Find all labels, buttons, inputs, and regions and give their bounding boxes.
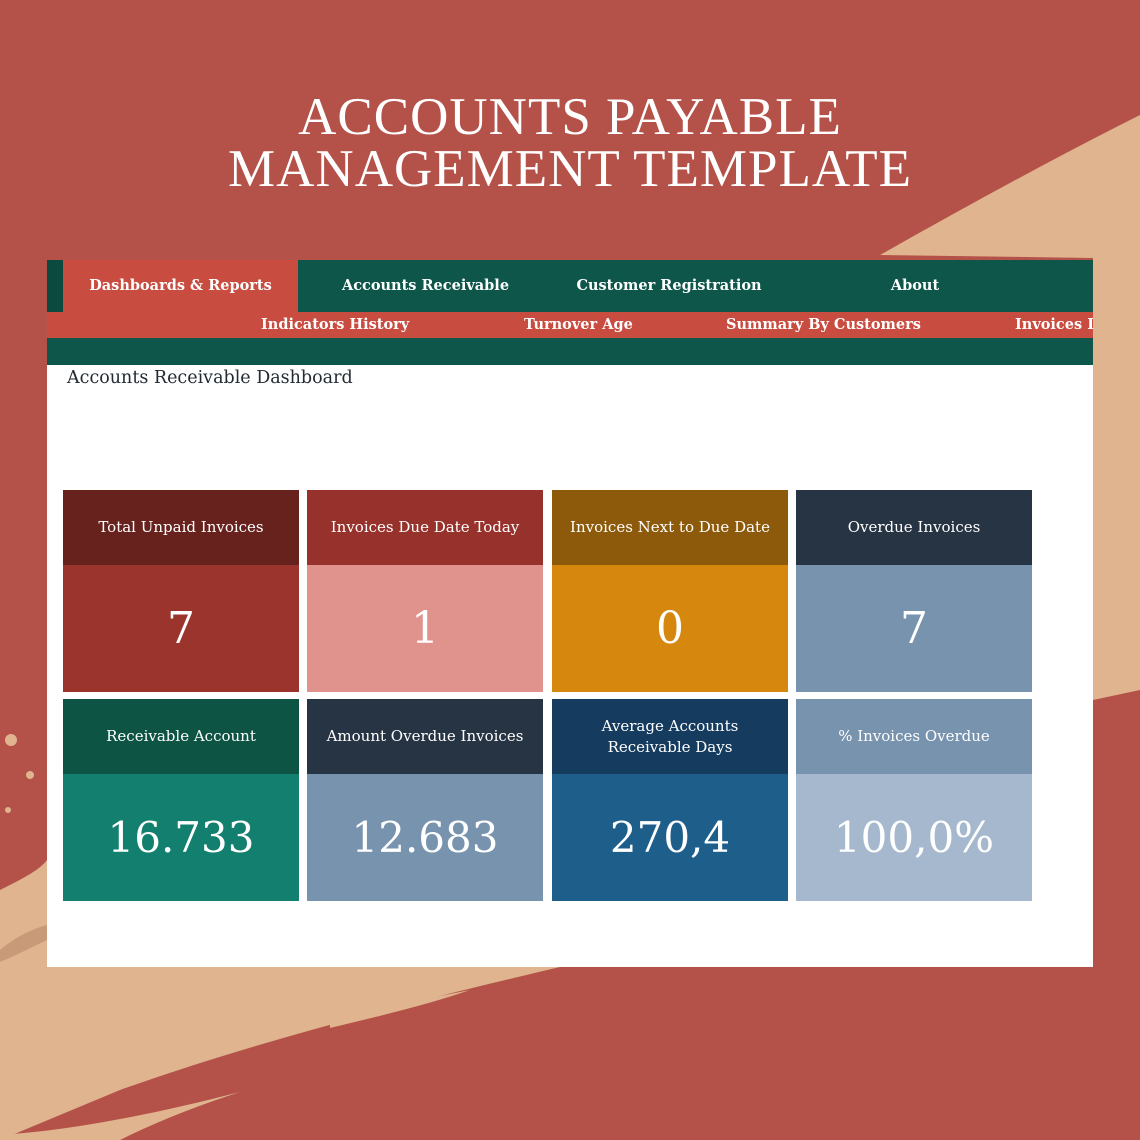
promo-title-line-2: MANAGEMENT TEMPLATE <box>228 140 912 198</box>
promo-title-line-1: ACCOUNTS PAYABLE <box>298 88 842 146</box>
kpi-label: Receivable Account <box>63 699 299 774</box>
kpi-percent-invoices-overdue: % Invoices Overdue 100,0% <box>796 699 1032 901</box>
main-nav: Dashboards & Reports Accounts Receivable… <box>47 260 1093 312</box>
kpi-label: Total Unpaid Invoices <box>63 490 299 565</box>
nav-left-strip <box>47 260 63 312</box>
sub-nav-bar <box>47 338 1093 365</box>
kpi-invoices-due-date-today: Invoices Due Date Today 1 <box>307 490 543 692</box>
dashboard-window: Dashboards & Reports Accounts Receivable… <box>47 260 1093 967</box>
kpi-total-unpaid-invoices: Total Unpaid Invoices 7 <box>63 490 299 692</box>
kpi-label: Average Accounts Receivable Days <box>552 699 788 774</box>
kpi-value: 16.733 <box>63 774 299 901</box>
kpi-invoices-next-to-due-date: Invoices Next to Due Date 0 <box>552 490 788 692</box>
kpi-value: 0 <box>552 565 788 692</box>
sub-nav: Indicators History Turnover Age Summary … <box>47 312 1093 338</box>
kpi-label: Amount Overdue Invoices <box>307 699 543 774</box>
subnav-invoices[interactable]: Invoices I <box>1015 312 1093 338</box>
kpi-average-accounts-receivable-days: Average Accounts Receivable Days 270,4 <box>552 699 788 901</box>
kpi-label: Overdue Invoices <box>796 490 1032 565</box>
tab-accounts-receivable[interactable]: Accounts Receivable <box>298 260 553 312</box>
kpi-value: 12.683 <box>307 774 543 901</box>
subnav-indicators-history[interactable]: Indicators History <box>261 312 409 338</box>
kpi-label: Invoices Next to Due Date <box>552 490 788 565</box>
kpi-value: 7 <box>796 565 1032 692</box>
kpi-value: 270,4 <box>552 774 788 901</box>
kpi-receivable-account: Receivable Account 16.733 <box>63 699 299 901</box>
subnav-turnover-age[interactable]: Turnover Age <box>524 312 633 338</box>
kpi-label: % Invoices Overdue <box>796 699 1032 774</box>
tab-dashboards-reports[interactable]: Dashboards & Reports <box>63 260 298 312</box>
kpi-value: 100,0% <box>796 774 1032 901</box>
tab-customer-registration[interactable]: Customer Registration <box>553 260 785 312</box>
subnav-summary-by-customers[interactable]: Summary By Customers <box>726 312 921 338</box>
kpi-value: 1 <box>307 565 543 692</box>
kpi-label: Invoices Due Date Today <box>307 490 543 565</box>
kpi-amount-overdue-invoices: Amount Overdue Invoices 12.683 <box>307 699 543 901</box>
page-title: Accounts Receivable Dashboard <box>67 368 353 388</box>
kpi-overdue-invoices: Overdue Invoices 7 <box>796 490 1032 692</box>
tab-about[interactable]: About <box>785 260 1045 312</box>
kpi-value: 7 <box>63 565 299 692</box>
